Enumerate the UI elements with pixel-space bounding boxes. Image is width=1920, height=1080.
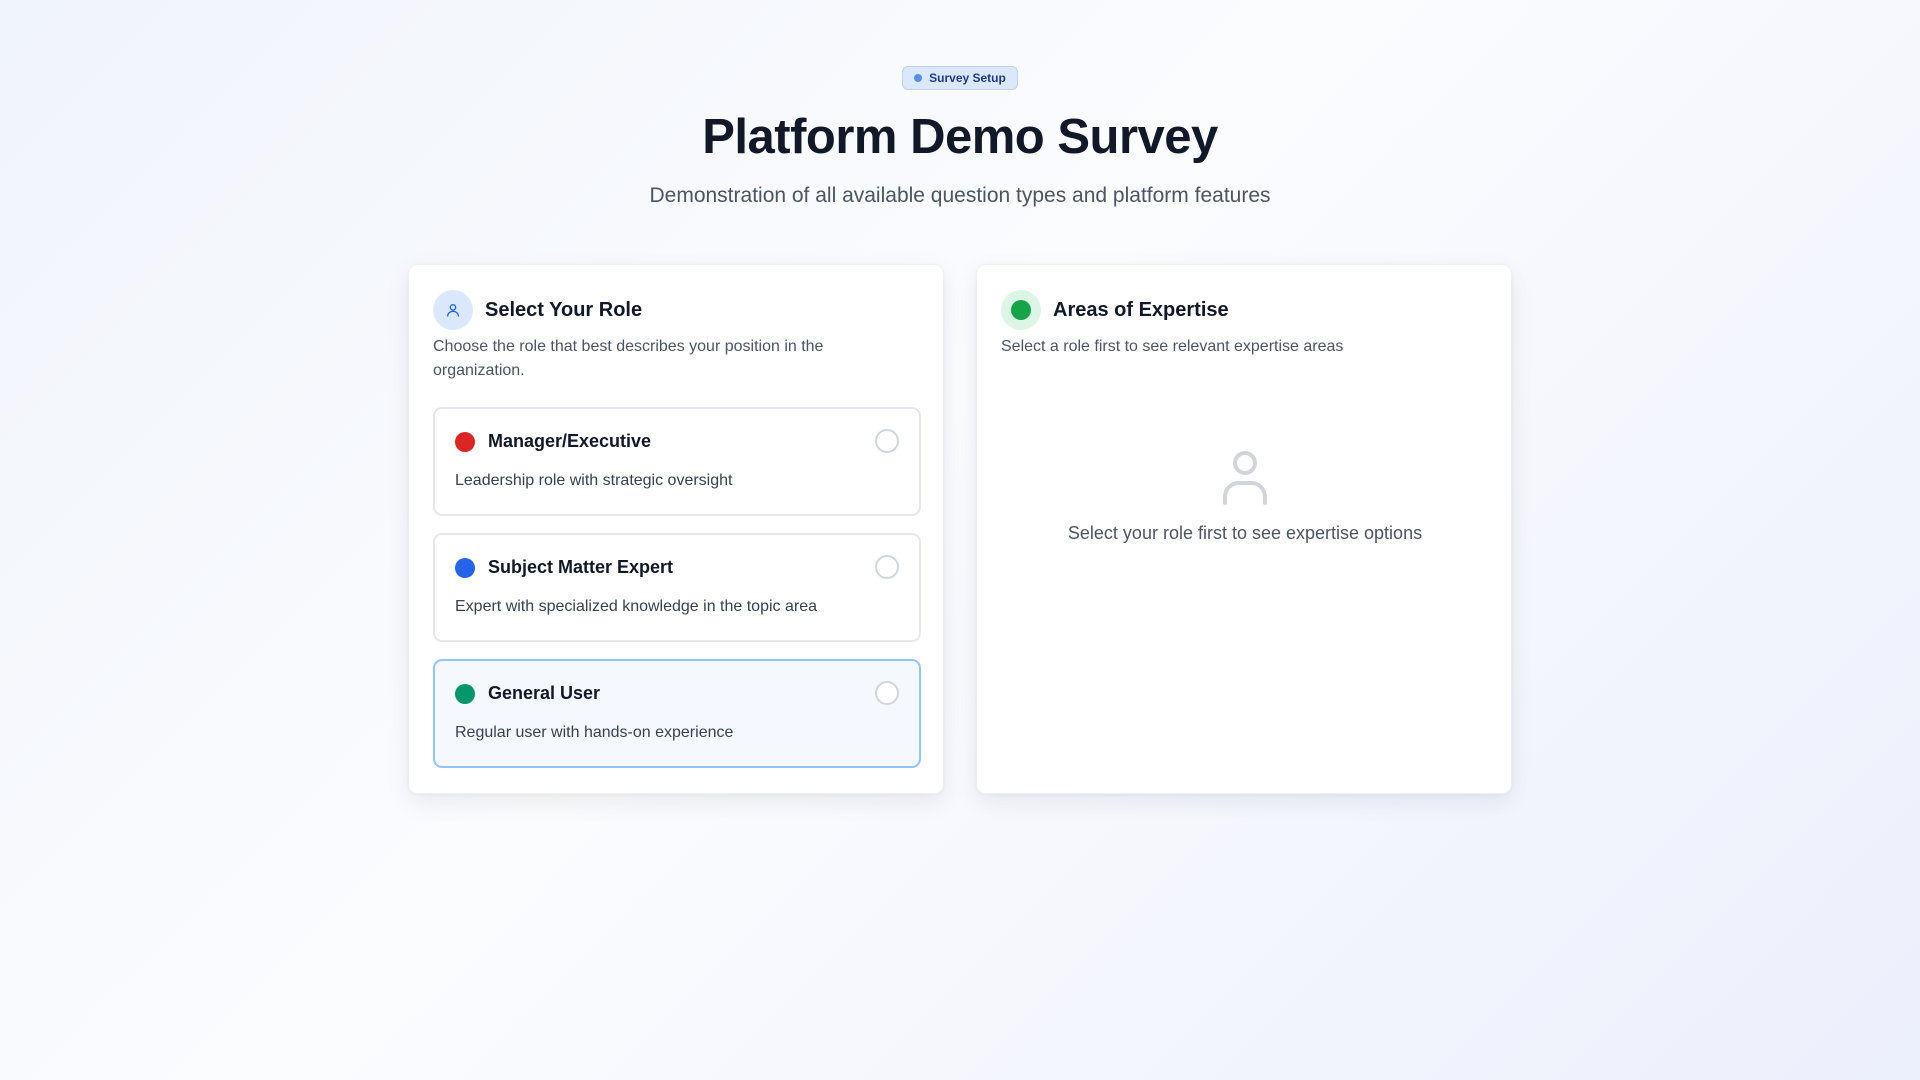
role-option-manager-executive[interactable]: Manager/Executive Leadership role with s… bbox=[433, 407, 921, 516]
expertise-card-header: Areas of Expertise bbox=[1001, 290, 1229, 330]
role-radio-button[interactable] bbox=[875, 555, 899, 579]
page-title: Platform Demo Survey bbox=[702, 110, 1218, 164]
role-radio-button[interactable] bbox=[875, 429, 899, 453]
role-option-description: Leadership role with strategic oversight bbox=[455, 472, 733, 489]
green-dot-icon bbox=[455, 683, 475, 704]
badge-dot-icon bbox=[914, 74, 923, 82]
role-option-label: Subject Matter Expert bbox=[488, 557, 674, 577]
badge-label: Survey Setup bbox=[929, 71, 1006, 85]
role-option-general-user[interactable]: General User Regular user with hands-on … bbox=[433, 659, 921, 768]
survey-page: Survey Setup Platform Demo Survey Demons… bbox=[0, 0, 1920, 1080]
page-header: Survey Setup Platform Demo Survey Demons… bbox=[0, 66, 1920, 210]
role-option-description: Expert with specialized knowledge in the… bbox=[455, 598, 817, 615]
role-option-subject-matter-expert[interactable]: Subject Matter Expert Expert with specia… bbox=[433, 533, 921, 642]
role-option-label: General User bbox=[488, 683, 601, 703]
role-card-title: Select Your Role bbox=[485, 298, 643, 321]
empty-state-text: Select your role first to see expertise … bbox=[1067, 523, 1423, 543]
expertise-card-description: Select a role first to see relevant expe… bbox=[1001, 338, 1344, 355]
expertise-empty-state: Select your role first to see expertise … bbox=[977, 449, 1513, 544]
role-card-header: Select Your Role bbox=[433, 290, 642, 330]
role-radio-button[interactable] bbox=[875, 681, 899, 705]
role-option-label: Manager/Executive bbox=[488, 431, 652, 451]
role-selection-card: Select Your Role Choose the role that be… bbox=[408, 264, 944, 794]
red-dot-icon bbox=[455, 431, 475, 452]
green-dot-icon bbox=[1001, 290, 1041, 330]
expertise-card-title: Areas of Expertise bbox=[1053, 298, 1229, 321]
user-placeholder-icon bbox=[1223, 451, 1267, 505]
survey-setup-badge: Survey Setup bbox=[902, 66, 1018, 90]
expertise-card: Areas of Expertise Select a role first t… bbox=[976, 264, 1512, 794]
user-icon bbox=[433, 290, 473, 330]
blue-dot-icon bbox=[455, 557, 475, 578]
role-option-description: Regular user with hands-on experience bbox=[455, 724, 734, 741]
page-subtitle: Demonstration of all available question … bbox=[649, 184, 1271, 207]
role-card-description: Choose the role that best describes your… bbox=[433, 338, 824, 379]
